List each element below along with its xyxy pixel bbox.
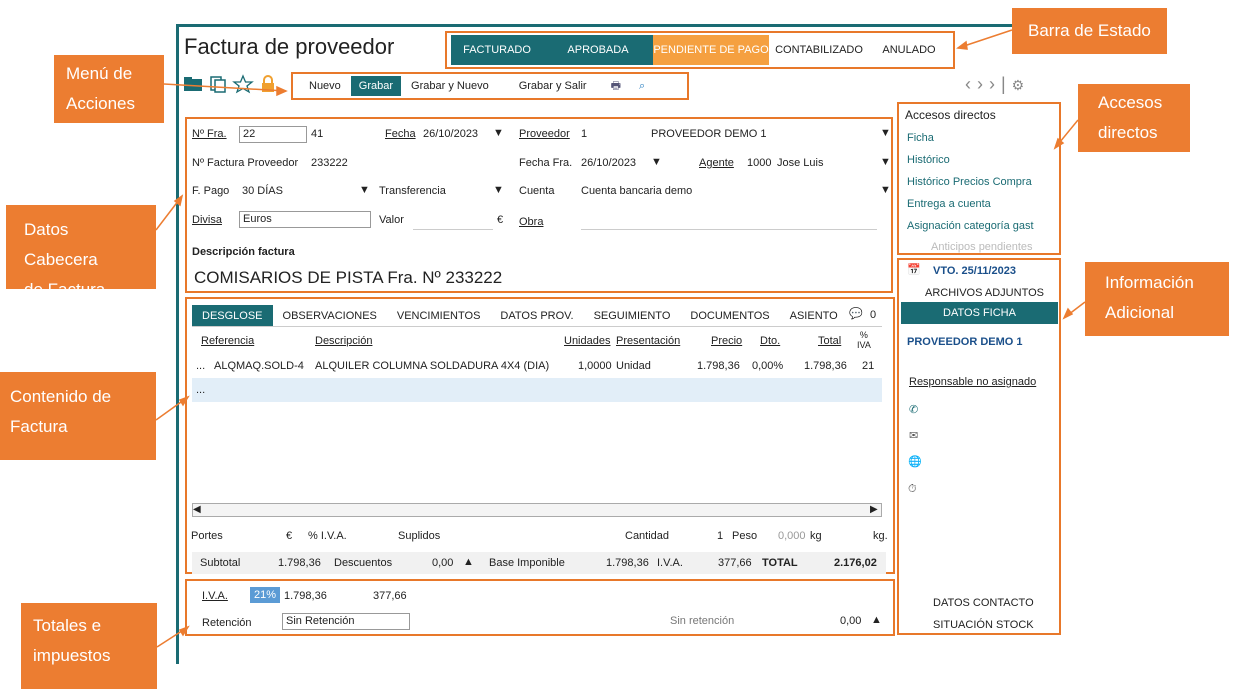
callout-arrows <box>155 29 1086 648</box>
